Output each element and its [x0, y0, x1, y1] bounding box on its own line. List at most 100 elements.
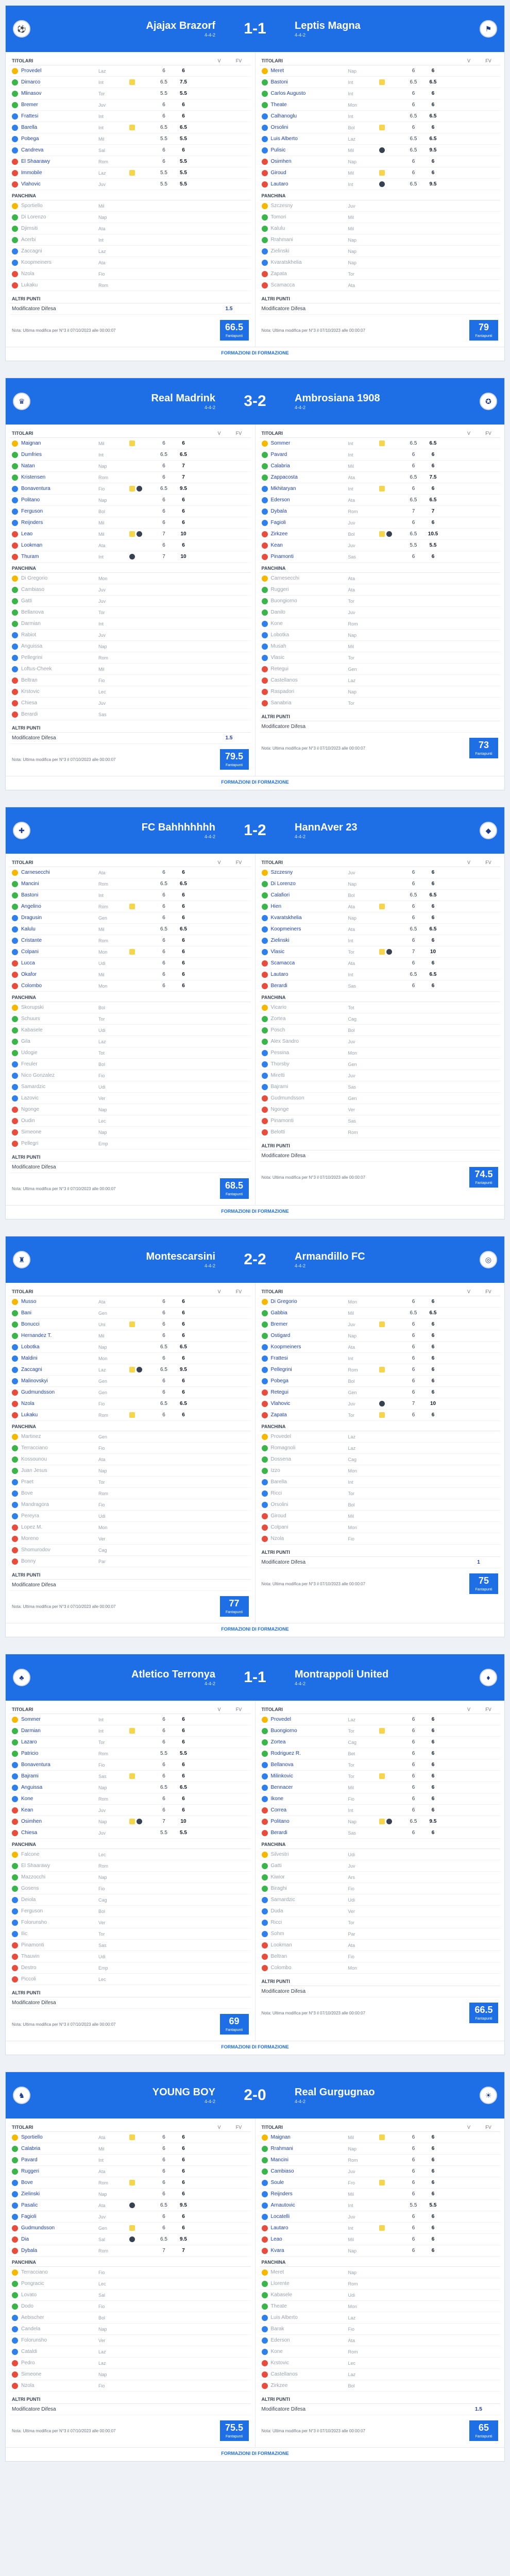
bench-player-row[interactable]: Izzo Mon: [259, 1465, 500, 1477]
home-team-name[interactable]: Ajajax Brazorf: [146, 20, 216, 31]
player-name[interactable]: Frattesi: [21, 113, 98, 119]
player-row[interactable]: Zielinski Nap 6 6: [10, 2189, 251, 2200]
player-name[interactable]: Dia: [21, 2236, 98, 2242]
player-row[interactable]: Bennacer Mil 6 6: [259, 1782, 500, 1793]
player-name[interactable]: Dimarco: [21, 79, 98, 85]
home-team-header[interactable]: ♣ Atletico Terronya 4-4-2: [6, 1654, 232, 1701]
player-name[interactable]: Di Lorenzo: [271, 881, 348, 887]
player-name[interactable]: Freuler: [21, 1061, 98, 1067]
player-name[interactable]: Biraghi: [271, 1886, 348, 1891]
player-name[interactable]: Lobotka: [21, 1344, 98, 1350]
player-name[interactable]: Bellanova: [271, 1762, 348, 1768]
player-name[interactable]: Izzo: [271, 1468, 348, 1473]
player-name[interactable]: Orsolini: [271, 1502, 348, 1507]
player-name[interactable]: Fagioli: [21, 2214, 98, 2219]
player-name[interactable]: Theate: [271, 102, 348, 108]
bench-player-row[interactable]: Terracciano Fio: [10, 1443, 251, 1454]
player-row[interactable]: Mancini Rom 6.5 6.5: [10, 878, 251, 890]
bench-player-row[interactable]: Pinamonti Sas: [10, 1940, 251, 1951]
player-name[interactable]: Angelino: [21, 904, 98, 909]
player-row[interactable]: Dybala Rom 7 7: [259, 506, 500, 517]
bench-player-row[interactable]: Cataldi Laz: [10, 2346, 251, 2358]
player-name[interactable]: Colpani: [21, 949, 98, 955]
player-name[interactable]: Carlos Augusto: [271, 91, 348, 96]
player-row[interactable]: Di Gregorio Mon 6 6: [259, 1296, 500, 1308]
bench-player-row[interactable]: Folorunsho Ver: [10, 1917, 251, 1928]
player-name[interactable]: Ferguson: [21, 509, 98, 514]
player-name[interactable]: Bremer: [271, 1321, 348, 1327]
player-row[interactable]: Berardi Sas 6 6: [259, 1827, 500, 1839]
player-name[interactable]: Reijnders: [271, 2191, 348, 2197]
player-name[interactable]: Krstovic: [271, 2360, 348, 2366]
player-row[interactable]: Osimhen Nap 7 10: [10, 1816, 251, 1827]
player-row[interactable]: Maldini Mon 6 6: [10, 1353, 251, 1364]
player-row[interactable]: Kean Juv 6 6: [10, 1805, 251, 1816]
player-name[interactable]: Cambiaso: [21, 587, 98, 592]
away-team-name[interactable]: HannAver 23: [295, 822, 358, 833]
bench-player-row[interactable]: Theate Mon: [259, 2301, 500, 2312]
player-row[interactable]: Dybala Rom 7 7: [10, 2245, 251, 2257]
player-row[interactable]: Gabbia Mil 6.5 6.5: [259, 1308, 500, 1319]
player-row[interactable]: Giroud Mil 6 6: [259, 167, 500, 179]
bench-player-row[interactable]: Skorupski Bol: [10, 1002, 251, 1013]
player-name[interactable]: Ederson: [271, 2337, 348, 2343]
player-name[interactable]: Buongiorno: [271, 1728, 348, 1734]
player-name[interactable]: Mancini: [21, 881, 98, 887]
bench-player-row[interactable]: Dossena Cag: [259, 1454, 500, 1465]
player-row[interactable]: Kalulu Mil 6.5 6.5: [10, 924, 251, 935]
player-name[interactable]: Pessina: [271, 1050, 348, 1056]
player-name[interactable]: Bonny: [21, 1558, 98, 1564]
player-name[interactable]: Mkhitaryan: [271, 486, 348, 492]
player-row[interactable]: Vlahovic Juv 5.5 5.5: [10, 179, 251, 190]
player-name[interactable]: Darmian: [21, 621, 98, 626]
player-name[interactable]: Buongiorno: [271, 598, 348, 604]
player-row[interactable]: Luis Alberto Laz 6.5 6.5: [259, 133, 500, 145]
bench-player-row[interactable]: Duda Ver: [259, 1906, 500, 1917]
away-team-name[interactable]: Montrappoli United: [295, 1669, 388, 1680]
player-name[interactable]: Reijnders: [21, 520, 98, 526]
player-row[interactable]: Bastoni Int 6.5 6.5: [259, 77, 500, 88]
player-name[interactable]: Frattesi: [271, 1355, 348, 1361]
player-row[interactable]: Gudmundsson Gen 6 6: [10, 1387, 251, 1398]
player-row[interactable]: Frattesi Int 6 6: [259, 1353, 500, 1364]
player-name[interactable]: Maignan: [271, 2134, 348, 2140]
player-row[interactable]: Fagioli Juv 6 6: [10, 2211, 251, 2223]
player-name[interactable]: Vlasic: [271, 655, 348, 660]
player-row[interactable]: Calabria Mil 6 6: [259, 461, 500, 472]
player-name[interactable]: Kabasele: [271, 2292, 348, 2298]
formations-link[interactable]: FORMAZIONI DI FORMAZIONE: [6, 1205, 504, 1219]
player-name[interactable]: Sportiello: [21, 2134, 98, 2140]
player-row[interactable]: Carlos Augusto Int 6 6: [259, 88, 500, 99]
bench-player-row[interactable]: Nico Gonzalez Fio: [10, 1070, 251, 1081]
player-name[interactable]: Silvestri: [271, 1852, 348, 1857]
player-name[interactable]: Bastoni: [21, 892, 98, 898]
bench-player-row[interactable]: Moreno Ver: [10, 1533, 251, 1545]
player-name[interactable]: Bove: [21, 2180, 98, 2185]
bench-player-row[interactable]: Kiwior Ars: [259, 1872, 500, 1883]
player-row[interactable]: Lukaku Rom 6 6: [10, 1410, 251, 1421]
player-row[interactable]: Reijnders Mil 6 6: [10, 517, 251, 529]
player-row[interactable]: Calabria Mil 6 6: [10, 2143, 251, 2155]
player-name[interactable]: Gudmundsson: [21, 1389, 98, 1395]
player-name[interactable]: Gatti: [271, 1863, 348, 1869]
player-row[interactable]: Zaccagni Laz 6.5 9.5: [10, 1364, 251, 1376]
player-name[interactable]: Romagnoli: [271, 1445, 348, 1451]
player-row[interactable]: Colpani Mon 6 6: [10, 946, 251, 958]
bench-player-row[interactable]: Posch Bol: [259, 1025, 500, 1036]
player-name[interactable]: Anguissa: [21, 1785, 98, 1790]
player-name[interactable]: Ricci: [271, 1920, 348, 1925]
player-row[interactable]: Bremer Juv 6 6: [259, 1319, 500, 1330]
player-name[interactable]: Zaccagni: [21, 1367, 98, 1372]
player-name[interactable]: El Shaarawy: [21, 159, 98, 164]
player-row[interactable]: Darmian Int 6 6: [10, 1725, 251, 1737]
player-row[interactable]: Kone Rom 6 6: [10, 1793, 251, 1805]
player-name[interactable]: Di Gregorio: [271, 1299, 348, 1304]
player-row[interactable]: Buongiorno Tor 6 6: [259, 1725, 500, 1737]
player-name[interactable]: Bajrami: [271, 1084, 348, 1090]
player-name[interactable]: Koopmeiners: [271, 1344, 348, 1350]
player-row[interactable]: Mlinasov Tor 5.5 5.5: [10, 88, 251, 99]
bench-player-row[interactable]: Falcone Lec: [10, 1849, 251, 1860]
player-row[interactable]: Koopmeiners Ata 6 6: [259, 1342, 500, 1353]
player-name[interactable]: Politano: [21, 497, 98, 503]
player-row[interactable]: Orsolini Bol 6 6: [259, 122, 500, 133]
